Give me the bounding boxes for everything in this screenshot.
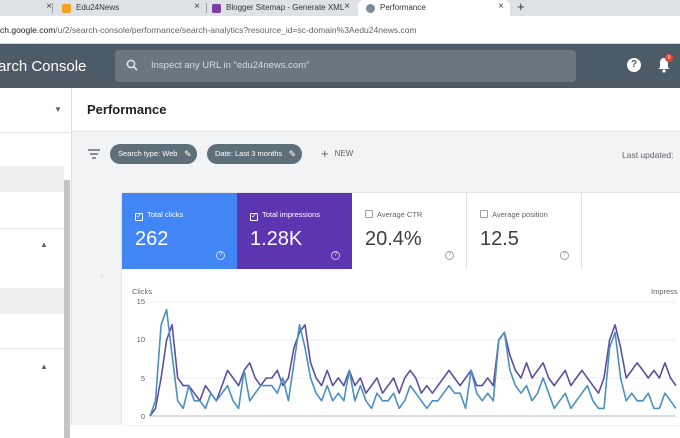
- series-line-impressions[interactable]: [149, 323, 677, 417]
- performance-line-chart: [149, 301, 677, 417]
- series-line-clicks[interactable]: [149, 308, 677, 417]
